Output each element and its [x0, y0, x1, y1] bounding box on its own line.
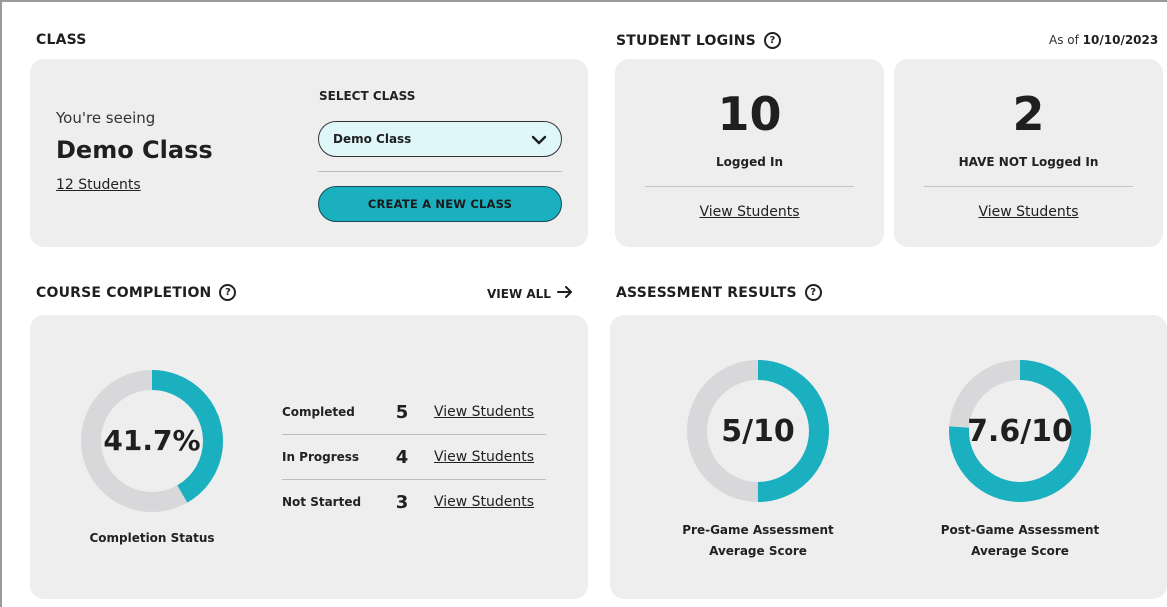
class-card: You're seeing Demo Class 12 Students SEL…: [30, 59, 588, 247]
stat-label: Not Started: [282, 495, 362, 509]
completed-view-students-link[interactable]: View Students: [434, 404, 534, 420]
assessment-card: 5/10 Pre-Game Assessment Average Score 7…: [610, 315, 1167, 599]
stat-count: 4: [395, 446, 409, 468]
not-started-view-students-link[interactable]: View Students: [434, 494, 534, 510]
arrow-right-icon: [556, 286, 573, 301]
not-logged-in-card: 2 HAVE NOT Logged In View Students: [894, 59, 1163, 247]
logged-in-count: 10: [717, 87, 782, 141]
question-circle-icon[interactable]: ?: [219, 284, 237, 301]
view-all-text: VIEW ALL: [487, 286, 551, 301]
stat-row-completed: Completed 5 View Students: [282, 390, 546, 434]
create-class-button[interactable]: CREATE A NEW CLASS: [318, 186, 562, 222]
completion-caption: Completion Status: [89, 531, 215, 545]
completion-percent: 41.7%: [103, 424, 201, 457]
stat-label: In Progress: [282, 450, 360, 464]
select-class-label: SELECT CLASS: [319, 89, 416, 103]
pre-caption-line2: Average Score: [709, 544, 807, 558]
not-logged-in-count: 2: [1012, 87, 1045, 141]
post-caption-line2: Average Score: [971, 544, 1069, 558]
class-title-text: CLASS: [36, 32, 87, 48]
stat-row-not-started: Not Started 3 View Students: [282, 480, 546, 524]
class-section-title: CLASS: [36, 32, 87, 48]
post-caption-line1: Post-Game Assessment: [940, 523, 1100, 537]
question-circle-icon[interactable]: ?: [804, 284, 822, 301]
login-divider: [924, 186, 1133, 187]
logged-in-view-students-link[interactable]: View Students: [615, 204, 884, 220]
as-of-prefix: As of: [1049, 33, 1079, 47]
view-all-link[interactable]: VIEW ALL: [487, 286, 573, 301]
chevron-down-icon: [531, 130, 547, 149]
pre-assessment-score: 5/10: [721, 414, 795, 449]
in-progress-view-students-link[interactable]: View Students: [434, 449, 534, 465]
students-count-link[interactable]: 12 Students: [56, 177, 141, 193]
select-divider: [318, 171, 562, 172]
logged-in-card: 10 Logged In View Students: [615, 59, 884, 247]
completion-section-title: COURSE COMPLETION ?: [36, 284, 237, 301]
post-assessment-caption: Post-Game Assessment Average Score: [920, 520, 1120, 562]
as-of-date: As of 10/10/2023: [1049, 33, 1158, 47]
post-assessment-score: 7.6/10: [967, 414, 1073, 449]
stat-count: 3: [395, 491, 409, 513]
completion-title-text: COURSE COMPLETION: [36, 284, 212, 301]
dashboard-frame: CLASS You're seeing Demo Class 12 Studen…: [0, 0, 1167, 607]
login-divider: [645, 186, 854, 187]
stat-row-in-progress: In Progress 4 View Students: [282, 435, 546, 479]
assessment-title-text: ASSESSMENT RESULTS: [616, 284, 797, 301]
class-select-dropdown[interactable]: Demo Class: [318, 121, 562, 157]
class-name: Demo Class: [56, 136, 213, 164]
stat-label: Completed: [282, 405, 355, 419]
question-circle-icon[interactable]: ?: [763, 32, 781, 49]
pre-assessment-caption: Pre-Game Assessment Average Score: [658, 520, 858, 562]
not-logged-in-view-students-link[interactable]: View Students: [894, 204, 1163, 220]
assessment-section-title: ASSESSMENT RESULTS ?: [616, 284, 822, 301]
stat-count: 5: [395, 401, 409, 423]
logged-in-label: Logged In: [716, 155, 783, 169]
pre-caption-line1: Pre-Game Assessment: [682, 523, 834, 537]
logins-section-title: STUDENT LOGINS ?: [616, 32, 781, 49]
as-of-date-value: 10/10/2023: [1082, 33, 1159, 47]
completion-card: 41.7% Completion Status Completed 5 View…: [30, 315, 588, 599]
not-logged-in-label: HAVE NOT Logged In: [958, 155, 1099, 169]
selected-class-value: Demo Class: [333, 132, 412, 146]
seeing-label: You're seeing: [56, 109, 156, 127]
logins-title-text: STUDENT LOGINS: [616, 32, 756, 49]
